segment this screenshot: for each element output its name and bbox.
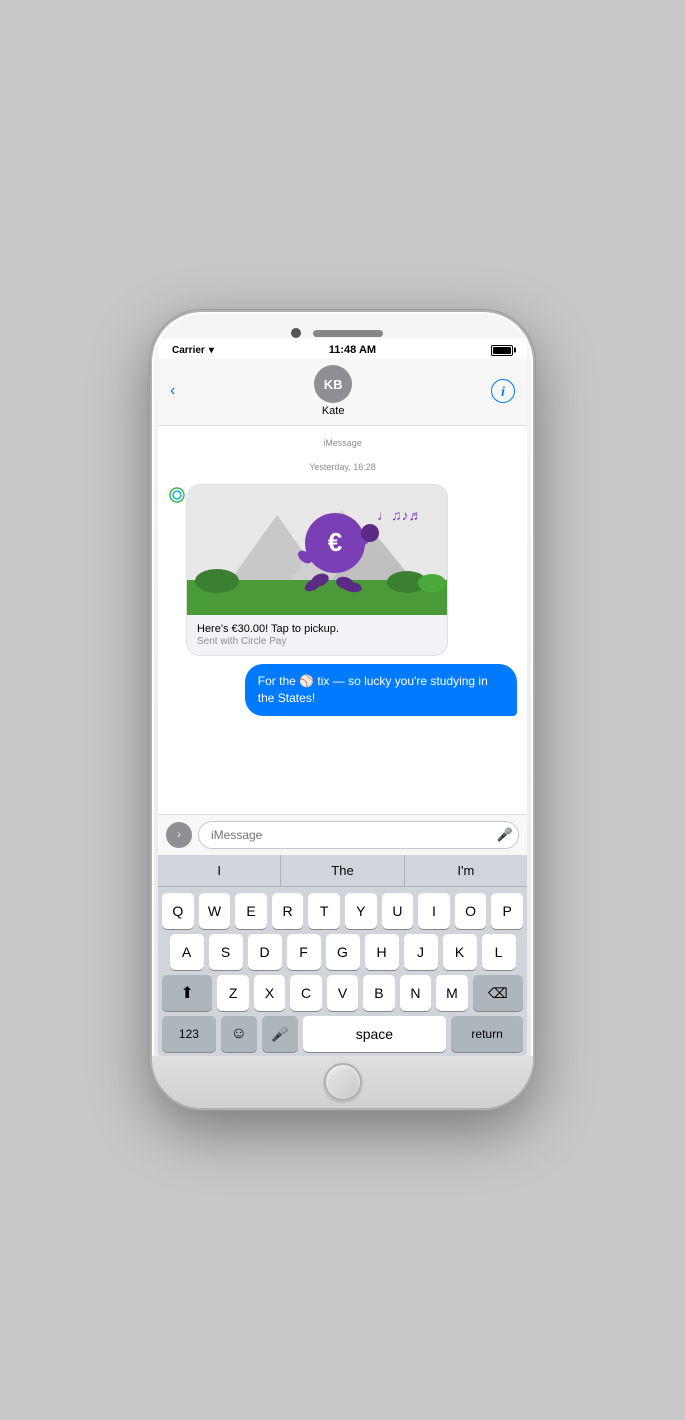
dictation-key[interactable]: 🎤 — [262, 1016, 298, 1052]
input-wrapper: 🎤 — [198, 821, 519, 849]
carrier-label: Carrier — [172, 345, 205, 356]
key-d[interactable]: D — [248, 934, 282, 970]
keyboard-row-2: A S D F G H J K L — [162, 934, 523, 970]
message-input[interactable] — [198, 821, 519, 849]
contact-name: Kate — [322, 405, 345, 417]
key-c[interactable]: C — [290, 975, 321, 1011]
key-j[interactable]: J — [404, 934, 438, 970]
info-button[interactable]: i — [491, 379, 515, 403]
autocomplete-option-2[interactable]: The — [281, 855, 404, 886]
key-e[interactable]: E — [235, 893, 267, 929]
card-main-text: Here's €30.00! Tap to pickup. — [197, 623, 437, 635]
autocomplete-bar: I The I'm — [158, 855, 527, 887]
svg-text:€: € — [328, 527, 342, 557]
expand-button[interactable]: › — [166, 822, 192, 848]
autocomplete-option-3[interactable]: I'm — [405, 855, 527, 886]
key-l[interactable]: L — [482, 934, 516, 970]
key-h[interactable]: H — [365, 934, 399, 970]
key-b[interactable]: B — [363, 975, 394, 1011]
return-key[interactable]: return — [451, 1016, 523, 1052]
key-t[interactable]: T — [308, 893, 340, 929]
key-g[interactable]: G — [326, 934, 360, 970]
key-y[interactable]: Y — [345, 893, 377, 929]
phone-screen: Carrier ▾ 11:48 AM ‹ KB Kate i iMessage … — [158, 338, 527, 1056]
speaker-bar — [313, 330, 383, 337]
autocomplete-option-1[interactable]: I — [158, 855, 281, 886]
key-i[interactable]: I — [418, 893, 450, 929]
card-sub-text: Sent with Circle Pay — [197, 636, 437, 647]
space-key[interactable]: space — [303, 1016, 447, 1052]
messages-area: iMessage Yesterday, 16:28 — [158, 426, 527, 814]
numbers-key[interactable]: 123 — [162, 1016, 216, 1052]
received-message: € — [168, 484, 448, 656]
timestamp-date: Yesterday, 16:28 — [168, 462, 517, 472]
key-o[interactable]: O — [455, 893, 487, 929]
circle-pay-card[interactable]: € — [186, 484, 448, 656]
delete-key[interactable]: ⌫ — [473, 975, 523, 1011]
keyboard-row-3: ⬆ Z X C V B N M ⌫ — [162, 975, 523, 1011]
mic-inline-icon[interactable]: 🎤 — [497, 827, 513, 843]
card-scene-svg: € — [187, 485, 447, 615]
nav-center: KB Kate — [314, 365, 352, 417]
home-button[interactable] — [324, 1063, 362, 1101]
card-image: € — [187, 485, 447, 615]
avatar[interactable]: KB — [314, 365, 352, 403]
key-n[interactable]: N — [400, 975, 431, 1011]
key-z[interactable]: Z — [217, 975, 248, 1011]
card-text-area: Here's €30.00! Tap to pickup. Sent with … — [187, 615, 447, 655]
circle-pay-icon — [168, 486, 186, 504]
status-bar: Carrier ▾ 11:48 AM — [158, 338, 527, 359]
key-v[interactable]: V — [327, 975, 358, 1011]
keyboard: Q W E R T Y U I O P A S D F G H J K — [158, 887, 527, 1056]
key-u[interactable]: U — [382, 893, 414, 929]
key-s[interactable]: S — [209, 934, 243, 970]
keyboard-row-4: 123 ☺ 🎤 space return — [162, 1016, 523, 1052]
status-left: Carrier ▾ — [172, 345, 214, 356]
battery-fill — [493, 347, 511, 354]
key-f[interactable]: F — [287, 934, 321, 970]
key-x[interactable]: X — [254, 975, 285, 1011]
key-w[interactable]: W — [199, 893, 231, 929]
phone-bottom — [152, 1056, 533, 1108]
wifi-icon: ▾ — [209, 345, 214, 356]
shift-key[interactable]: ⬆ — [162, 975, 212, 1011]
nav-header: ‹ KB Kate i — [158, 359, 527, 426]
phone-device: Carrier ▾ 11:48 AM ‹ KB Kate i iMessage … — [150, 310, 535, 1110]
camera-dot — [291, 328, 301, 338]
key-k[interactable]: K — [443, 934, 477, 970]
status-time: 11:48 AM — [329, 344, 376, 356]
key-m[interactable]: M — [436, 975, 467, 1011]
key-p[interactable]: P — [491, 893, 523, 929]
input-area: › 🎤 — [158, 814, 527, 855]
timestamp-service: iMessage — [168, 438, 517, 448]
emoji-key[interactable]: ☺ — [221, 1016, 257, 1052]
phone-top — [152, 312, 533, 338]
svg-text:♩♫♪♬: ♩♫♪♬ — [377, 507, 423, 523]
keyboard-row-1: Q W E R T Y U I O P — [162, 893, 523, 929]
key-q[interactable]: Q — [162, 893, 194, 929]
status-right — [491, 345, 513, 356]
battery-icon — [491, 345, 513, 356]
key-a[interactable]: A — [170, 934, 204, 970]
sent-message: For the ⚾ tix — so lucky you're studying… — [245, 664, 517, 716]
back-button[interactable]: ‹ — [170, 382, 175, 400]
key-r[interactable]: R — [272, 893, 304, 929]
